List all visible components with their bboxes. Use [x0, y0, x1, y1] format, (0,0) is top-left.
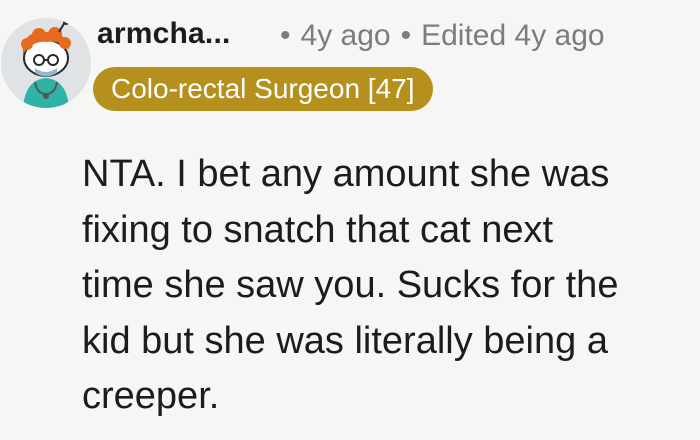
user-flair-badge: Colo-rectal Surgeon [47]: [93, 67, 433, 111]
username[interactable]: armcha...: [97, 17, 231, 51]
snoo-avatar-icon: [1, 18, 91, 108]
comment-body-line: kid but she was literally being a: [82, 319, 608, 362]
comment-body-line: NTA. I bet any amount she was: [82, 153, 610, 195]
edited-label: Edited 4y ago: [421, 19, 605, 52]
comment-body-line: fixing to snatch that cat next: [82, 208, 554, 251]
comment-body-line: time she saw you. Sucks for the: [82, 264, 619, 306]
comment: armcha... • 4y ago • Edited 4y ago Colo-rec…: [0, 0, 700, 440]
comment-body-line: creeper.: [82, 375, 220, 417]
post-age: 4y ago: [300, 19, 391, 52]
user-avatar[interactable]: [1, 18, 91, 108]
comment-body: NTA. I bet any amount she was fixing to …: [82, 147, 682, 425]
separator-dot: •: [280, 19, 291, 52]
separator-dot: •: [400, 19, 412, 52]
comment-meta: • 4y ago • Edited 4y ago: [280, 19, 605, 53]
